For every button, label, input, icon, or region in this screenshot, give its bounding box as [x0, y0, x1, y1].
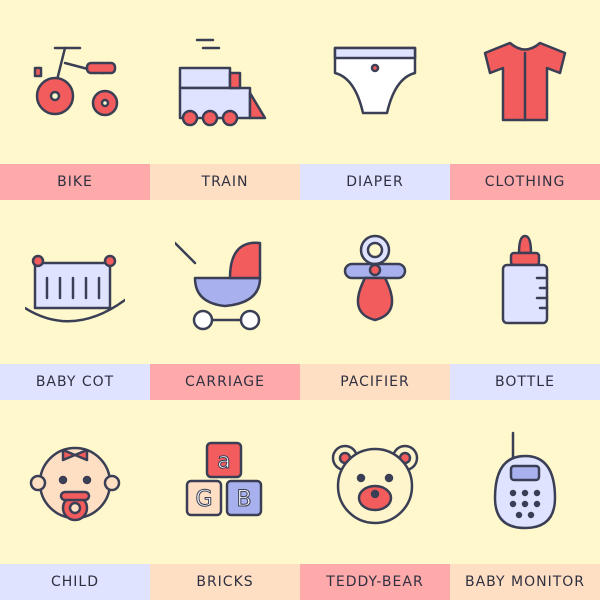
label-baby-cot: BABY COT	[0, 364, 150, 400]
stroller-icon	[175, 241, 262, 331]
item-bottle: BOTTLE	[450, 200, 600, 400]
block-letter-left: G	[195, 487, 212, 512]
item-baby-monitor: BABY MONITOR	[450, 400, 600, 600]
icon-grid: BIKE TRAIN DIAPER CLOTHING BABY COT CARR…	[0, 0, 600, 600]
item-clothing: CLOTHING	[450, 0, 600, 200]
item-bike: BIKE	[0, 0, 150, 200]
label-pacifier: PACIFIER	[300, 364, 450, 400]
item-teddy-bear: TEDDY-BEAR	[300, 400, 450, 600]
label-bike: BIKE	[0, 164, 150, 200]
toy-train-icon	[178, 38, 267, 127]
item-diaper: DIAPER	[300, 0, 450, 200]
label-teddy-bear: TEDDY-BEAR	[300, 564, 450, 600]
block-letter-top: a	[217, 449, 230, 474]
item-carriage: CARRIAGE	[150, 200, 300, 400]
onesie-icon	[483, 41, 567, 122]
item-baby-cot: BABY COT	[0, 200, 150, 400]
pacifier-icon	[343, 234, 407, 322]
tricycle-icon	[33, 46, 119, 117]
teddy-bear-icon	[331, 444, 419, 525]
item-bricks: a G B BRICKS	[150, 400, 300, 600]
label-baby-monitor: BABY MONITOR	[450, 564, 600, 600]
item-pacifier: PACIFIER	[300, 200, 450, 400]
diaper-icon	[333, 46, 417, 115]
label-clothing: CLOTHING	[450, 164, 600, 200]
label-bottle: BOTTLE	[450, 364, 600, 400]
label-child: CHILD	[0, 564, 150, 600]
label-bricks: BRICKS	[150, 564, 300, 600]
label-carriage: CARRIAGE	[150, 364, 300, 400]
item-child: CHILD	[0, 400, 150, 600]
label-train: TRAIN	[150, 164, 300, 200]
block-letter-right: B	[236, 487, 251, 512]
baby-bottle-icon	[501, 234, 549, 325]
item-train: TRAIN	[150, 0, 300, 200]
label-diaper: DIAPER	[300, 164, 450, 200]
letter-blocks-icon: a G B	[185, 441, 263, 517]
baby-face-icon	[29, 446, 121, 522]
baby-monitor-icon	[493, 431, 557, 530]
crib-icon	[25, 254, 125, 323]
